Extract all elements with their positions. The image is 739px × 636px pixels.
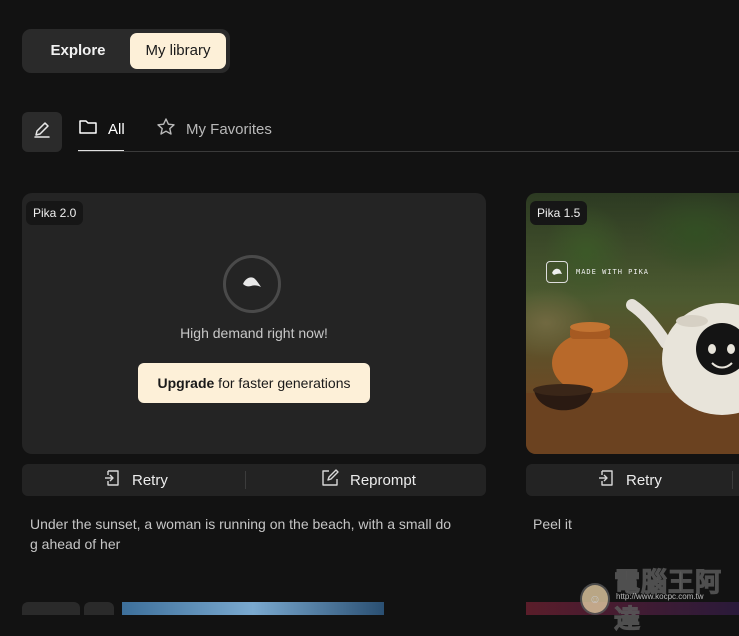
edit-button[interactable]: [22, 112, 62, 152]
retry-icon: [102, 468, 122, 492]
retry-button[interactable]: Retry: [102, 464, 168, 496]
tab-my-favorites[interactable]: My Favorites: [156, 118, 272, 140]
pika-watermark: MADE WITH PIKA: [546, 261, 649, 283]
video-card-thumbnail[interactable]: [22, 602, 80, 615]
retry-button[interactable]: Retry: [596, 464, 662, 496]
tabs-divider: [78, 151, 739, 152]
pika-watermark-text: MADE WITH PIKA: [576, 268, 650, 276]
pika-rabbit-icon: [241, 274, 263, 295]
retry-label: Retry: [626, 471, 662, 489]
card-actions: Retry: [526, 464, 739, 496]
pencil-icon: [32, 120, 52, 145]
view-toggle: Explore My library: [22, 29, 230, 73]
upgrade-description: for faster generations: [214, 375, 351, 391]
site-watermark: ☺ 電腦王阿達 http://www.kocpc.com.tw: [580, 562, 739, 636]
upgrade-label: Upgrade: [157, 375, 215, 391]
explore-tab[interactable]: Explore: [28, 33, 128, 69]
tab-all-label: All: [108, 120, 125, 138]
mascot-icon: ☺: [580, 583, 610, 615]
video-card-thumbnail[interactable]: Pika 1.5 MADE WITH PIKA: [526, 193, 739, 454]
tab-all[interactable]: All: [78, 118, 125, 140]
upgrade-button[interactable]: Upgrade for faster generations: [138, 363, 370, 403]
teapot-scene: [526, 299, 739, 454]
folder-icon: [78, 118, 98, 140]
retry-icon: [596, 468, 616, 492]
action-divider: [732, 471, 733, 489]
model-badge: Pika 1.5: [530, 201, 588, 225]
site-watermark-url: http://www.kocpc.com.tw: [616, 592, 704, 601]
reprompt-button[interactable]: Reprompt: [320, 464, 416, 496]
video-card-generating[interactable]: Pika 2.0 High demand right now! Upgrade …: [22, 193, 486, 454]
high-demand-message: High demand right now!: [180, 325, 328, 341]
action-divider: [245, 471, 246, 489]
prompt-text: Under the sunset, a woman is running on …: [30, 516, 452, 552]
tab-favorites-label: My Favorites: [186, 120, 272, 138]
star-icon: [156, 117, 176, 141]
video-card-thumbnail[interactable]: [84, 602, 114, 615]
pika-logo-icon: [546, 261, 568, 283]
prompt-text: Peel it: [533, 516, 572, 532]
model-badge: Pika 2.0: [26, 201, 84, 225]
my-library-tab[interactable]: My library: [130, 33, 226, 69]
edit-square-icon: [320, 468, 340, 492]
card-actions: Retry Reprompt: [22, 464, 486, 496]
loading-spinner: [223, 255, 281, 313]
video-card-thumbnail[interactable]: [122, 602, 384, 615]
retry-label: Retry: [132, 471, 168, 489]
reprompt-label: Reprompt: [350, 471, 416, 489]
